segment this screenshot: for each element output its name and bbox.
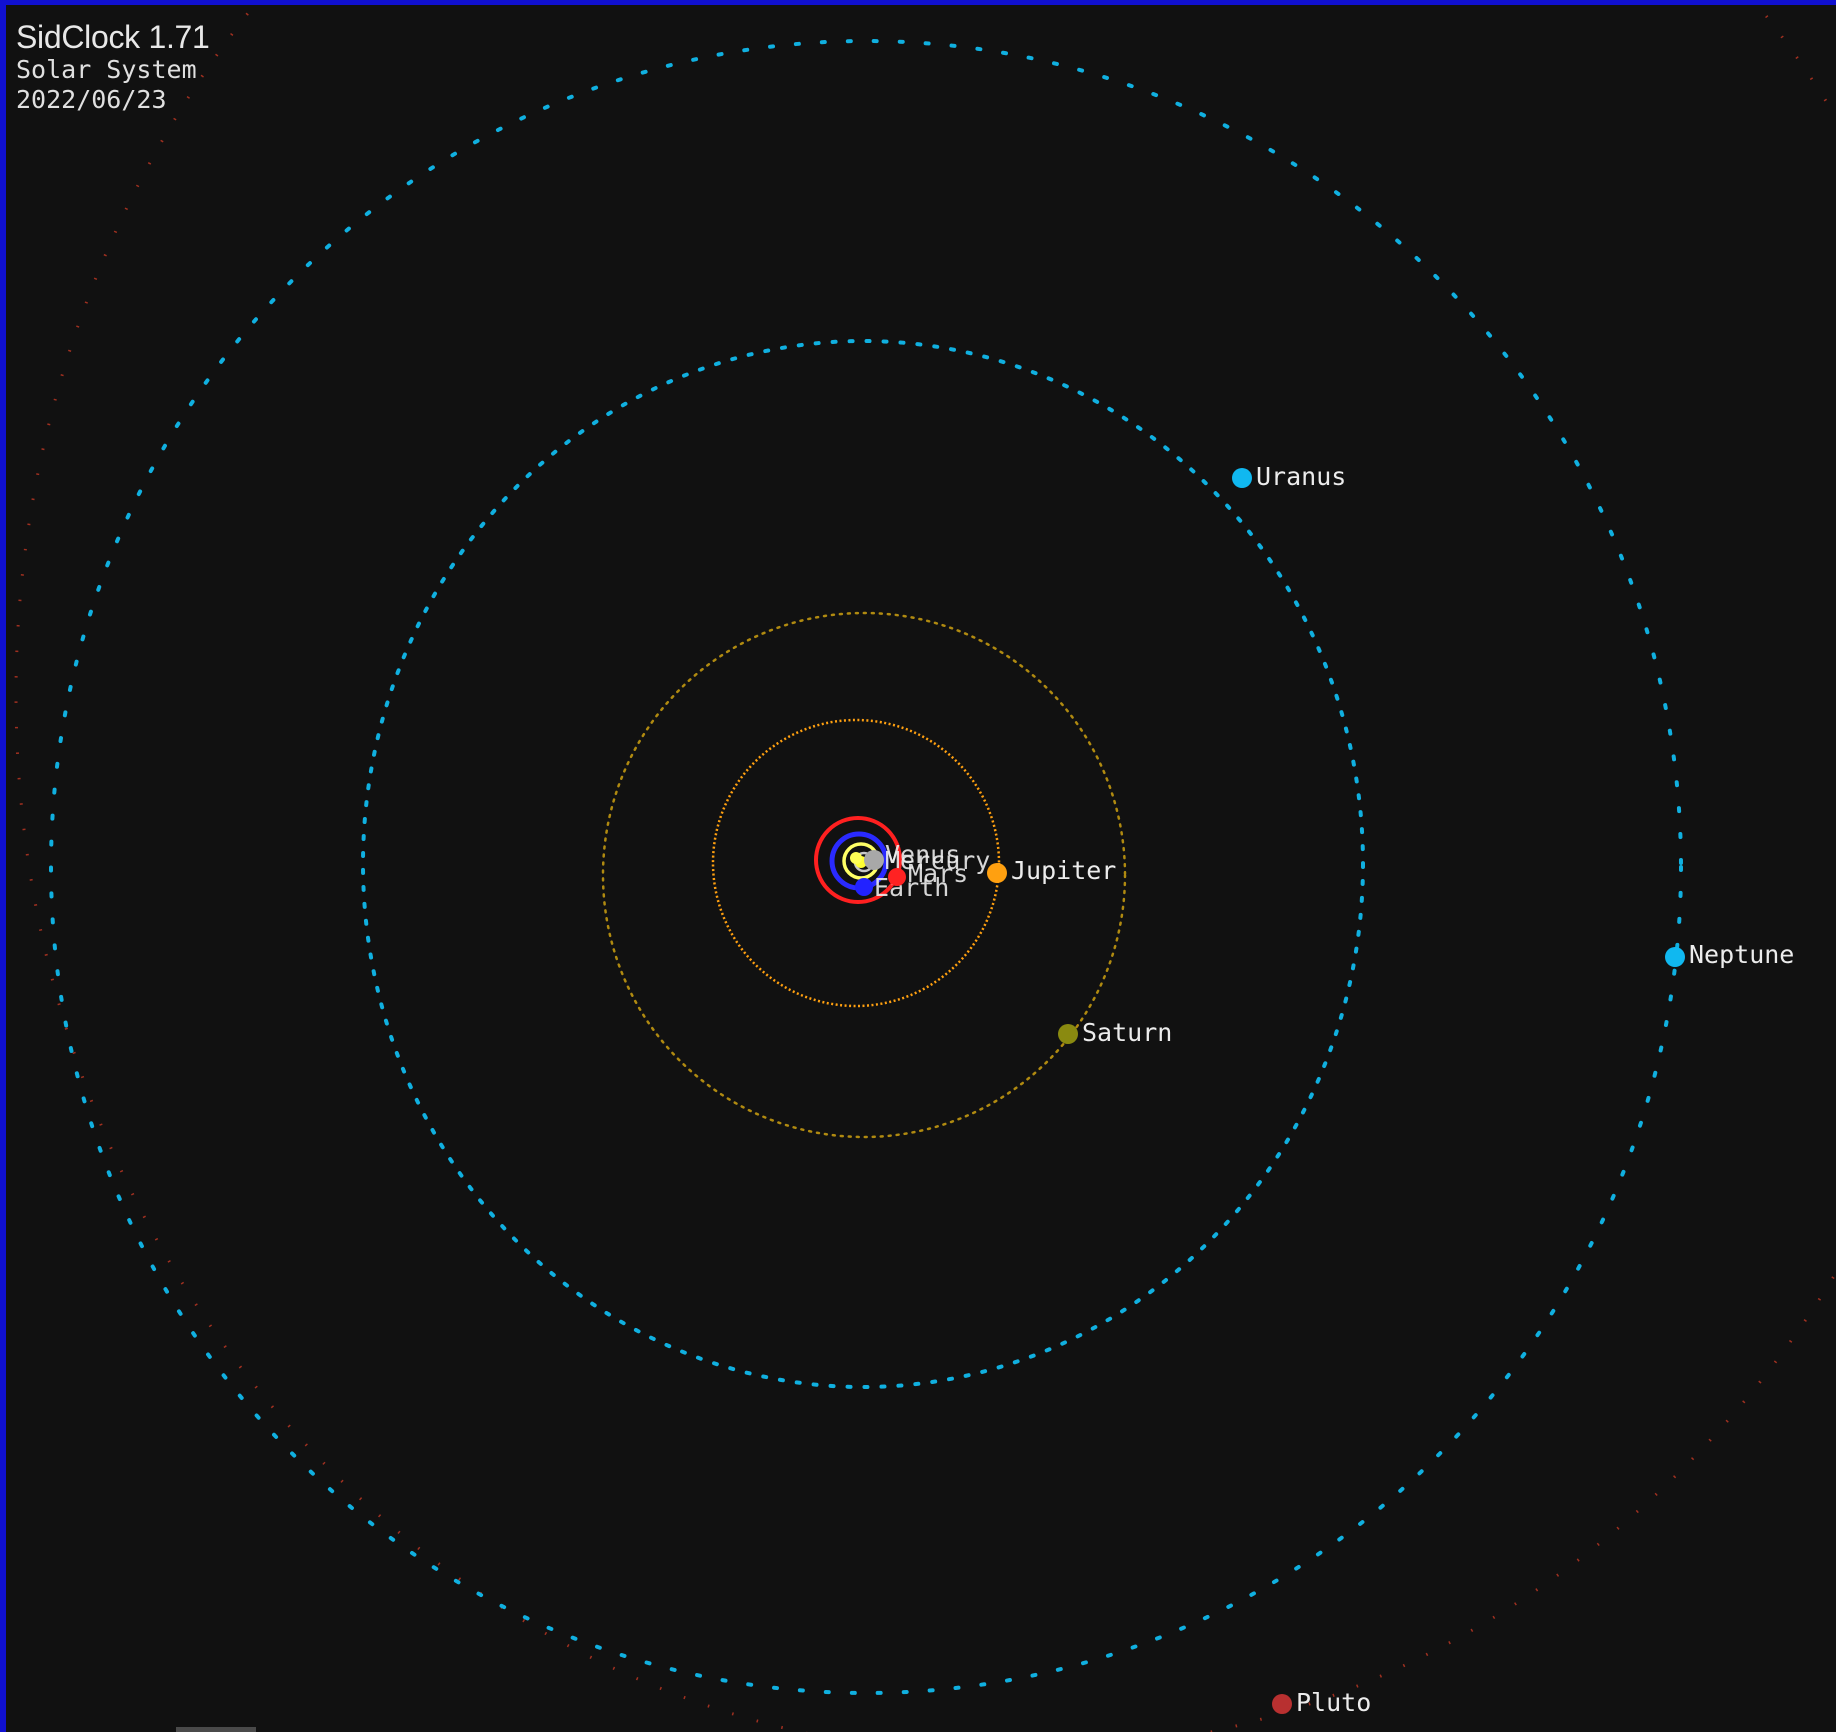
horizontal-scrollbar-thumb[interactable] [176, 1727, 256, 1732]
neptune-dot[interactable] [1665, 947, 1685, 967]
neptune-orbit [49, 39, 1683, 1695]
earth-dot[interactable] [855, 878, 873, 896]
app-title: SidClock 1.71 [16, 19, 210, 55]
venus-dot[interactable] [850, 852, 862, 864]
jupiter-label: Jupiter [1011, 856, 1116, 885]
saturn-label: Saturn [1082, 1018, 1172, 1047]
solar-system-view[interactable]: Mercury Venus Earth Mars Jupiter Saturn … [6, 5, 1836, 1732]
planet-jupiter[interactable]: Jupiter [987, 856, 1116, 885]
jupiter-dot[interactable] [987, 863, 1007, 883]
planet-saturn[interactable]: Saturn [1058, 1018, 1172, 1047]
mercury-dot[interactable] [864, 850, 884, 870]
neptune-label: Neptune [1689, 940, 1794, 969]
saturn-dot[interactable] [1058, 1024, 1078, 1044]
header: SidClock 1.71 Solar System 2022/06/23 [16, 19, 210, 115]
planet-uranus[interactable]: Uranus [1232, 462, 1346, 491]
mars-label: Mars [908, 859, 968, 888]
uranus-label: Uranus [1256, 462, 1346, 491]
planet-neptune[interactable]: Neptune [1665, 940, 1794, 969]
sidclock-window: SidClock 1.71 Solar System 2022/06/23 Me… [0, 0, 1836, 1732]
current-date: 2022/06/23 [16, 85, 167, 114]
mars-dot[interactable] [888, 868, 906, 886]
view-name: Solar System [16, 55, 197, 84]
planet-markers: Mercury Venus Earth Mars Jupiter Saturn … [850, 462, 1794, 1717]
planet-pluto[interactable]: Pluto [1272, 1688, 1371, 1717]
pluto-dot[interactable] [1272, 1694, 1292, 1714]
uranus-dot[interactable] [1232, 468, 1252, 488]
pluto-label: Pluto [1296, 1688, 1371, 1717]
